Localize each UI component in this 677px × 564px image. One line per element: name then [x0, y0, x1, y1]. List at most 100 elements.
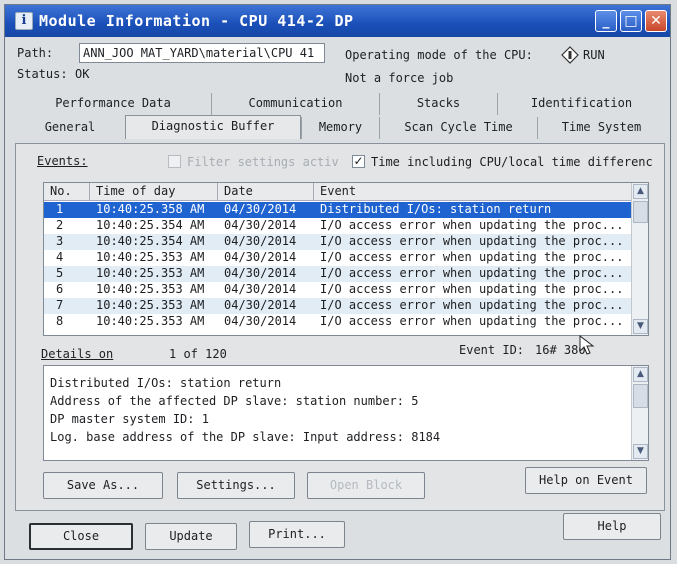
path-field[interactable]: ANN_JOO MAT_YARD\material\CPU 41	[79, 43, 325, 63]
row-event: I/O access error when updating the proc.…	[320, 218, 624, 232]
row-date: 04/30/2014	[224, 298, 297, 312]
row-event: Distributed I/Os: station return	[320, 202, 552, 216]
row-date: 04/30/2014	[224, 266, 297, 280]
help-on-event-button[interactable]: Help on Event	[525, 467, 647, 494]
operating-mode-value: RUN	[583, 48, 605, 62]
tab-communication[interactable]: Communication	[211, 93, 379, 115]
row-event: I/O access error when updating the proc.…	[320, 282, 624, 296]
help-button[interactable]: Help	[563, 513, 661, 540]
row-date: 04/30/2014	[224, 314, 297, 328]
row-no: 6	[56, 282, 64, 296]
chevron-down-icon[interactable]: ▼	[633, 444, 648, 459]
row-time: 10:40:25.353 AM	[96, 266, 205, 280]
table-row[interactable]: 1 10:40:25.358 AM 04/30/2014 Distributed…	[44, 202, 632, 218]
scrollbar-thumb[interactable]	[633, 201, 648, 223]
tab-identification[interactable]: Identification	[497, 93, 665, 115]
tab-memory[interactable]: Memory	[301, 117, 379, 139]
row-event: I/O access error when updating the proc.…	[320, 314, 624, 328]
details-on-label: Details on	[41, 347, 114, 361]
tab-stacks[interactable]: Stacks	[379, 93, 497, 115]
info-app-icon: i	[15, 12, 33, 30]
column-header-time[interactable]: Time of day	[90, 183, 218, 201]
column-header-date[interactable]: Date	[218, 183, 314, 201]
detail-line: Log. base address of the DP slave: Input…	[50, 430, 441, 444]
row-date: 04/30/2014	[224, 250, 297, 264]
path-label: Path:	[17, 46, 54, 60]
row-date: 04/30/2014	[224, 234, 297, 248]
row-time: 10:40:25.353 AM	[96, 298, 205, 312]
open-block-button[interactable]: Open Block	[307, 472, 425, 499]
row-event: I/O access error when updating the proc.…	[320, 250, 624, 264]
tab-general[interactable]: General	[15, 117, 125, 139]
tab-scan-cycle-time[interactable]: Scan Cycle Time	[379, 117, 537, 139]
row-no: 1	[56, 202, 64, 216]
row-time: 10:40:25.353 AM	[96, 314, 205, 328]
chevron-up-icon[interactable]: ▲	[633, 367, 648, 382]
row-time: 10:40:25.358 AM	[96, 202, 205, 216]
table-row[interactable]: 4 10:40:25.353 AM 04/30/2014 I/O access …	[44, 250, 632, 266]
row-no: 3	[56, 234, 64, 248]
row-no: 7	[56, 298, 64, 312]
events-table[interactable]: No. Time of day Date Event 1 10:40:25.35…	[43, 182, 649, 336]
force-job-text: Not a force job	[345, 71, 454, 85]
column-header-no[interactable]: No.	[44, 183, 90, 201]
table-row[interactable]: 6 10:40:25.353 AM 04/30/2014 I/O access …	[44, 282, 632, 298]
row-time: 10:40:25.353 AM	[96, 250, 205, 264]
time-including-label: Time including CPU/local time differenc	[371, 155, 653, 169]
status-label: Status:	[17, 67, 68, 81]
operating-mode-label: Operating mode of the CPU:	[345, 48, 533, 62]
event-details-box[interactable]: Distributed I/Os: station return Address…	[43, 365, 649, 461]
row-time: 10:40:25.353 AM	[96, 282, 205, 296]
tab-performance-data[interactable]: Performance Data	[15, 93, 211, 115]
minimize-button[interactable]: _	[595, 10, 617, 32]
events-label: Events:	[37, 154, 88, 168]
row-event: I/O access error when updating the proc.…	[320, 234, 624, 248]
table-row[interactable]: 5 10:40:25.353 AM 04/30/2014 I/O access …	[44, 266, 632, 282]
filter-settings-label: Filter settings activ	[187, 155, 339, 169]
filter-settings-checkbox[interactable]	[168, 155, 181, 168]
events-table-header: No. Time of day Date Event	[44, 183, 632, 201]
row-no: 4	[56, 250, 64, 264]
column-header-event[interactable]: Event	[314, 183, 632, 201]
table-row[interactable]: 7 10:40:25.353 AM 04/30/2014 I/O access …	[44, 298, 632, 314]
close-window-button[interactable]: ✕	[645, 10, 667, 32]
maximize-button[interactable]: □	[620, 10, 642, 32]
run-mode-icon	[561, 46, 579, 64]
row-time: 10:40:25.354 AM	[96, 234, 205, 248]
close-button[interactable]: Close	[29, 523, 133, 550]
row-date: 04/30/2014	[224, 218, 297, 232]
row-no: 2	[56, 218, 64, 232]
row-event: I/O access error when updating the proc.…	[320, 266, 624, 280]
details-scrollbar[interactable]: ▲ ▼	[631, 366, 648, 460]
window-title: Module Information - CPU 414-2 DP	[39, 12, 354, 30]
settings-button[interactable]: Settings...	[177, 472, 295, 499]
time-including-checkbox[interactable]: ✓	[352, 155, 365, 168]
tab-time-system[interactable]: Time System	[537, 117, 665, 139]
chevron-down-icon[interactable]: ▼	[633, 319, 648, 334]
print-button[interactable]: Print...	[249, 521, 345, 548]
row-event: I/O access error when updating the proc.…	[320, 298, 624, 312]
module-information-window: i Module Information - CPU 414-2 DP _ □ …	[4, 4, 671, 560]
row-no: 8	[56, 314, 64, 328]
row-date: 04/30/2014	[224, 282, 297, 296]
event-id-value: 16# 380	[535, 343, 586, 357]
title-bar[interactable]: i Module Information - CPU 414-2 DP _ □ …	[5, 5, 670, 37]
row-time: 10:40:25.354 AM	[96, 218, 205, 232]
details-counter: 1 of 120	[169, 347, 227, 361]
table-row[interactable]: 3 10:40:25.354 AM 04/30/2014 I/O access …	[44, 234, 632, 250]
mouse-cursor-icon	[579, 334, 595, 355]
tab-diagnostic-buffer[interactable]: Diagnostic Buffer	[125, 115, 301, 139]
detail-line: Distributed I/Os: station return	[50, 376, 282, 390]
status-value: OK	[75, 67, 90, 81]
update-button[interactable]: Update	[145, 523, 237, 550]
row-no: 5	[56, 266, 64, 280]
events-table-scrollbar[interactable]: ▲ ▼	[631, 183, 648, 335]
detail-line: DP master system ID: 1	[50, 412, 209, 426]
chevron-up-icon[interactable]: ▲	[633, 184, 648, 199]
scrollbar-thumb[interactable]	[633, 384, 648, 408]
event-id-label: Event ID:	[459, 343, 525, 357]
table-row[interactable]: 8 10:40:25.353 AM 04/30/2014 I/O access …	[44, 314, 632, 330]
table-row[interactable]: 2 10:40:25.354 AM 04/30/2014 I/O access …	[44, 218, 632, 234]
save-as-button[interactable]: Save As...	[43, 472, 163, 499]
detail-line: Address of the affected DP slave: statio…	[50, 394, 419, 408]
